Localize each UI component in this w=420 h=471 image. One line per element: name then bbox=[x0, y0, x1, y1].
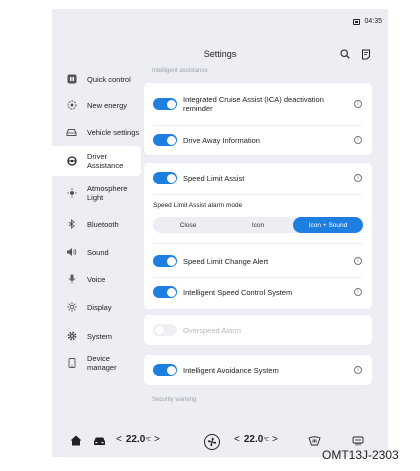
camera-icon bbox=[353, 18, 361, 25]
sidebar-item-bluetooth[interactable]: Bluetooth bbox=[52, 216, 141, 232]
drive-away-toggle[interactable] bbox=[153, 134, 177, 146]
sidebar-item-label: Atmosphere Light bbox=[87, 184, 128, 202]
sidebar-item-label: Driver Assistance bbox=[87, 152, 124, 170]
sidebar-item-voice[interactable]: Voice bbox=[52, 271, 141, 287]
section-label-intelligent: Intelligent assistance bbox=[152, 68, 208, 74]
status-bar: 04:35 bbox=[353, 18, 382, 25]
speed-control-toggle[interactable] bbox=[153, 286, 177, 298]
home-icon[interactable] bbox=[70, 435, 82, 446]
sidebar-item-vehicle-settings[interactable]: Vehicle settings bbox=[52, 120, 141, 144]
drive-away-label: Drive Away Information bbox=[183, 136, 260, 145]
card-avoidance: Intelligent Avoidance System i bbox=[144, 355, 372, 385]
speed-control-label: Intelligent Speed Control System bbox=[183, 288, 293, 297]
overspeed-label: Overspeed Alarm bbox=[183, 326, 241, 335]
sidebar-item-label: Quick control bbox=[87, 74, 131, 84]
sidebar-item-label: New energy bbox=[87, 100, 128, 110]
ica-reminder-toggle[interactable] bbox=[153, 98, 177, 110]
sidebar-item-label: Display bbox=[87, 302, 112, 312]
info-icon[interactable]: i bbox=[354, 174, 362, 182]
alarm-mode-label: Speed Limit Assist alarm mode bbox=[153, 202, 243, 209]
right-temp-value: 22.0 bbox=[243, 434, 264, 445]
sidebar-item-system[interactable]: System bbox=[52, 328, 141, 344]
right-temp-increase[interactable]: > bbox=[272, 434, 278, 445]
quick-control-icon bbox=[66, 74, 77, 85]
left-temp-increase[interactable]: > bbox=[154, 434, 160, 445]
setting-row-speed-limit-change: Speed Limit Change Alert i bbox=[144, 249, 372, 277]
right-temp-control[interactable]: < 22.0 ℃ > bbox=[234, 434, 278, 445]
setting-row-speed-limit-assist: Speed Limit Assist i bbox=[144, 163, 372, 193]
avoidance-label: Intelligent Avoidance System bbox=[183, 366, 279, 375]
fan-icon[interactable] bbox=[204, 434, 220, 450]
left-temp-value: 22.0 bbox=[125, 434, 146, 445]
atmosphere-light-icon bbox=[66, 188, 77, 199]
info-icon[interactable]: i bbox=[354, 257, 362, 265]
sidebar-item-new-energy[interactable]: New energy bbox=[52, 97, 141, 113]
section-label-security: Security warning bbox=[152, 397, 197, 403]
divider bbox=[153, 194, 363, 195]
alarm-mode-icon-sound[interactable]: Icon + Sound bbox=[293, 217, 363, 233]
device-icon bbox=[66, 358, 77, 369]
microphone-icon bbox=[66, 274, 77, 285]
search-icon[interactable] bbox=[340, 49, 350, 59]
speed-limit-assist-toggle[interactable] bbox=[153, 172, 177, 184]
new-energy-icon bbox=[66, 100, 77, 111]
sidebar-item-atmosphere-light[interactable]: Atmosphere Light bbox=[52, 181, 141, 205]
sidebar-item-label: System bbox=[87, 331, 113, 341]
setting-row-drive-away: Drive Away Information i bbox=[144, 126, 372, 155]
page-title: Settings bbox=[203, 49, 237, 59]
alarm-mode-selector: Close Icon Icon + Sound bbox=[153, 217, 363, 233]
sidebar-item-display[interactable]: Display bbox=[52, 299, 141, 315]
figure-reference-code: OMT13J-2303 bbox=[322, 448, 399, 462]
vehicle-icon bbox=[66, 127, 77, 138]
sidebar-item-label: Voice bbox=[87, 274, 106, 284]
sidebar-item-driver-assistance[interactable]: Driver Assistance bbox=[52, 146, 141, 176]
alarm-mode-close[interactable]: Close bbox=[153, 217, 223, 233]
sidebar-item-label: Bluetooth bbox=[87, 219, 119, 229]
sidebar-item-label: Vehicle settings bbox=[87, 127, 140, 137]
right-temp-decrease[interactable]: < bbox=[234, 434, 240, 445]
sidebar-item-sound[interactable]: Sound bbox=[52, 244, 141, 260]
card-overspeed: Overspeed Alarm bbox=[144, 315, 372, 345]
left-temp-control[interactable]: < 22.0 ℃ > bbox=[116, 434, 160, 445]
setting-row-overspeed: Overspeed Alarm bbox=[144, 315, 372, 345]
card-ica: Integrated Cruise Assist (ICA) deactivat… bbox=[144, 83, 372, 155]
avoidance-toggle[interactable] bbox=[153, 364, 177, 376]
front-defrost-icon[interactable] bbox=[308, 436, 321, 446]
setting-row-avoidance: Intelligent Avoidance System i bbox=[144, 355, 372, 385]
card-speed-limit: Speed Limit Assist i Speed Limit Assist … bbox=[144, 163, 372, 309]
info-icon[interactable]: i bbox=[354, 288, 362, 296]
document-icon[interactable] bbox=[361, 49, 371, 60]
divider bbox=[153, 277, 363, 278]
alarm-mode-icon[interactable]: Icon bbox=[223, 217, 293, 233]
sidebar-item-device-manager[interactable]: Device manager bbox=[52, 351, 141, 375]
left-temp-decrease[interactable]: < bbox=[116, 434, 122, 445]
settings-screen: 04:35 Settings Quick control New energy bbox=[52, 9, 388, 457]
bluetooth-icon bbox=[66, 219, 77, 230]
speed-limit-change-toggle[interactable] bbox=[153, 255, 177, 267]
overspeed-toggle[interactable] bbox=[153, 324, 177, 336]
right-temp-unit: ℃ bbox=[263, 436, 269, 443]
gear-icon bbox=[66, 331, 77, 342]
car-icon[interactable] bbox=[93, 436, 106, 446]
setting-row-ica-reminder: Integrated Cruise Assist (ICA) deactivat… bbox=[144, 83, 372, 125]
ica-reminder-label: Integrated Cruise Assist (ICA) deactivat… bbox=[183, 95, 324, 113]
rear-defrost-icon[interactable] bbox=[352, 436, 364, 446]
speed-limit-change-label: Speed Limit Change Alert bbox=[183, 257, 269, 266]
brightness-icon bbox=[66, 302, 77, 313]
setting-row-speed-control: Intelligent Speed Control System i bbox=[144, 280, 372, 308]
sidebar-item-label: Device manager bbox=[87, 354, 117, 372]
info-icon[interactable]: i bbox=[354, 366, 362, 374]
steering-wheel-icon bbox=[66, 156, 77, 167]
status-time: 04:35 bbox=[364, 18, 382, 25]
sound-icon bbox=[66, 247, 77, 258]
speed-limit-assist-label: Speed Limit Assist bbox=[183, 174, 245, 183]
divider bbox=[153, 243, 363, 244]
left-temp-unit: ℃ bbox=[145, 436, 151, 443]
sidebar-item-quick-control[interactable]: Quick control bbox=[52, 67, 141, 91]
sidebar-item-label: Sound bbox=[87, 247, 109, 257]
info-icon[interactable]: i bbox=[354, 136, 362, 144]
info-icon[interactable]: i bbox=[354, 100, 362, 108]
